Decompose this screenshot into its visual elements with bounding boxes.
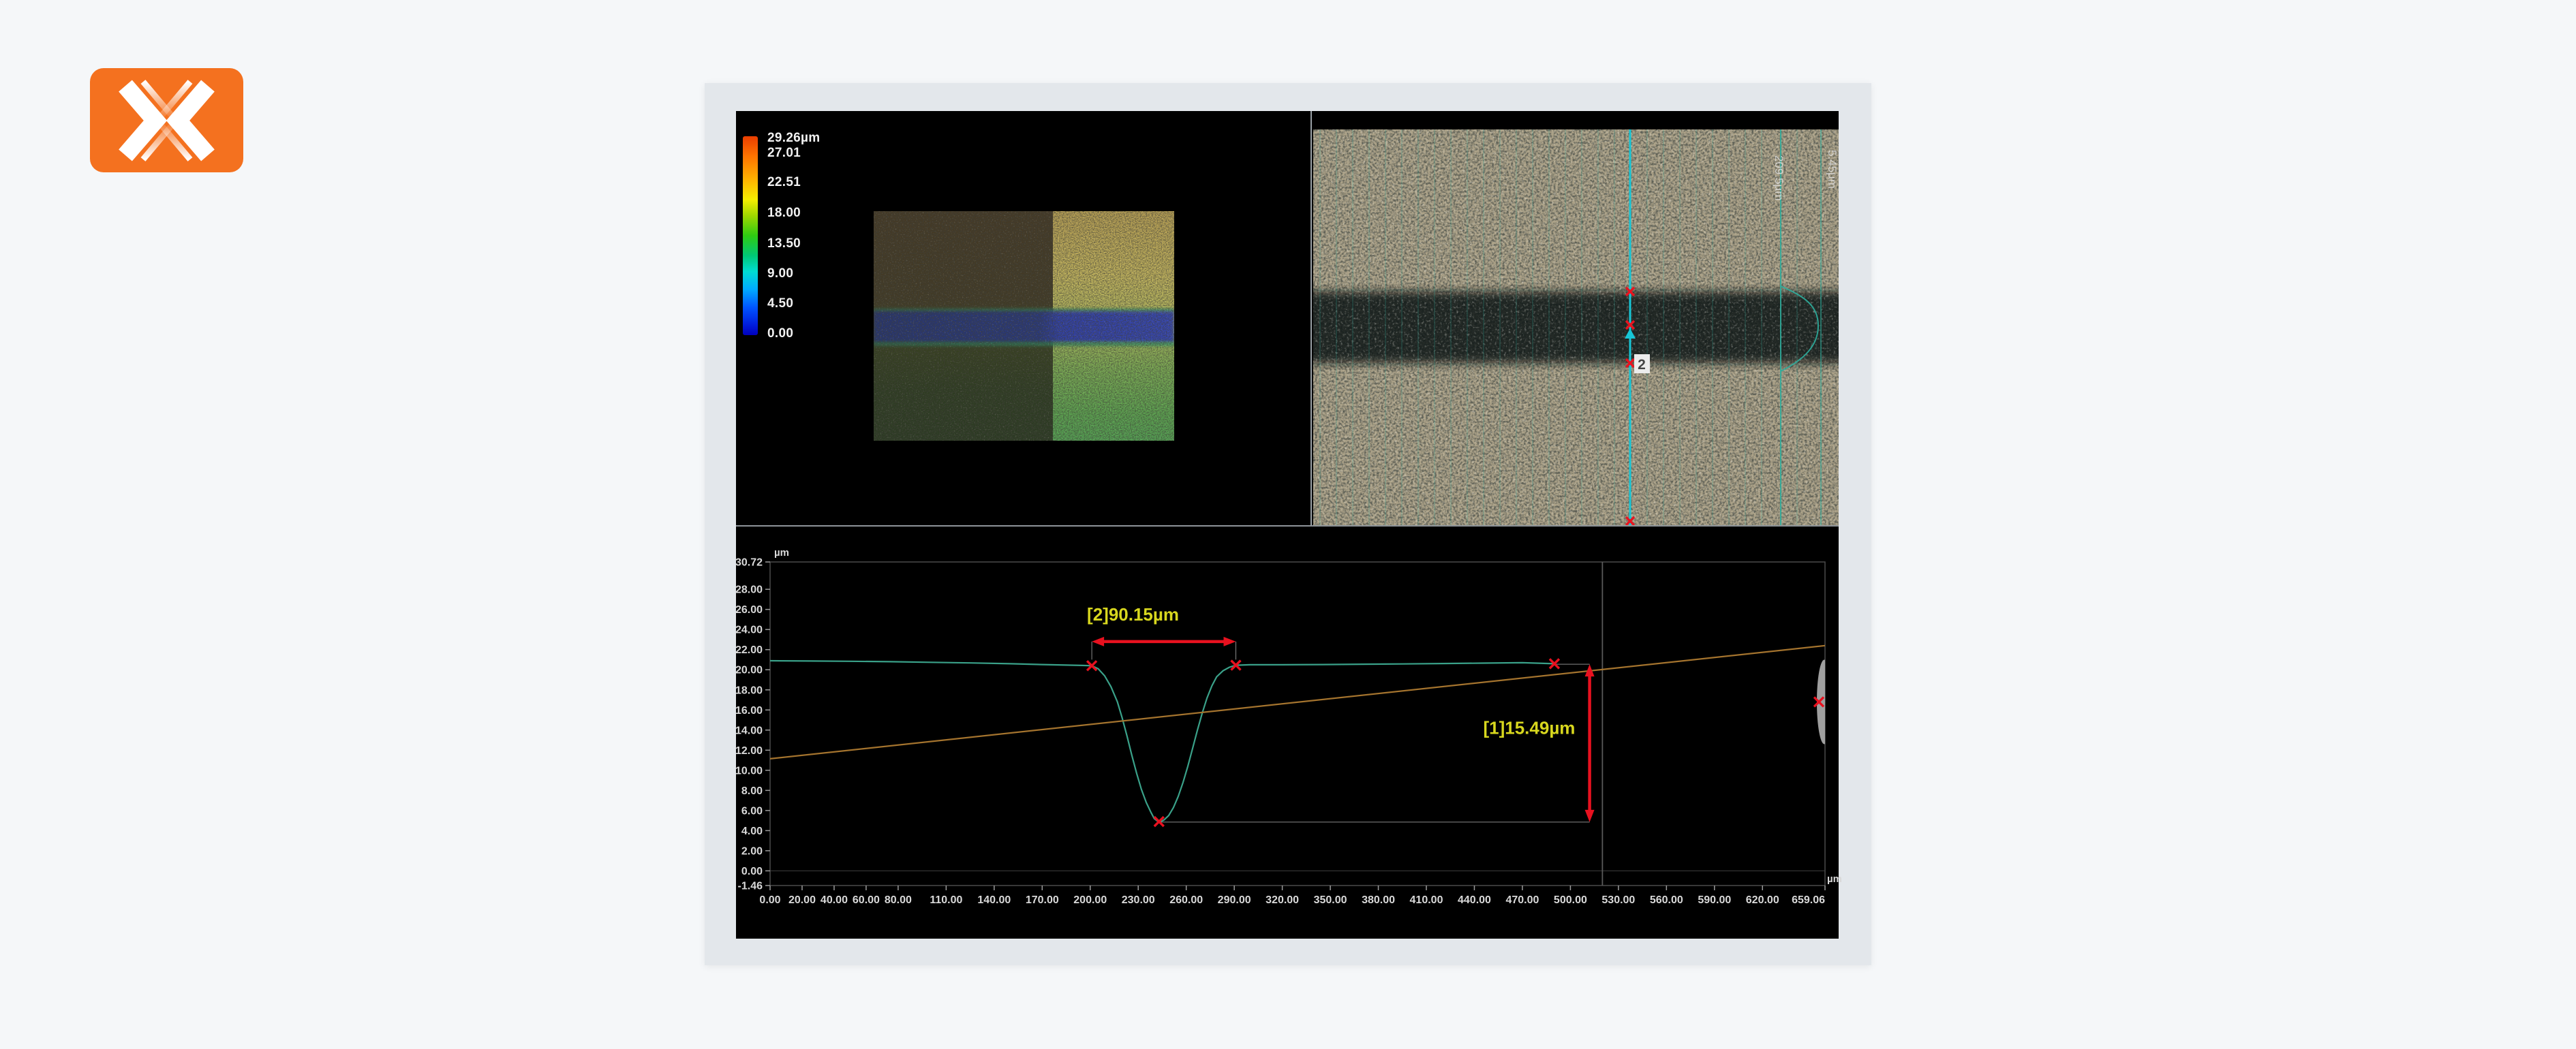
y-tick-label: -1.46: [738, 881, 763, 892]
x-tick-label: 350.00: [1314, 894, 1347, 906]
width-measurement-label: [2]90.15µm: [1087, 604, 1179, 625]
profile-point-markers[interactable]: [1087, 659, 1559, 826]
colorbar-label: 22.51: [767, 175, 801, 190]
x-tick-label: 590.00: [1698, 894, 1731, 906]
chevron-left-icon: [178, 86, 208, 155]
height-colorbar: [743, 136, 758, 335]
colorbar-label: 18.00: [767, 206, 801, 221]
y-axis: 30.72 28.00 26.00 24.00 22.00 20.00 18.00 16.00…: [735, 547, 789, 892]
colorbar-label: 4.50: [767, 296, 793, 311]
x-tick-label: 0.00: [759, 894, 780, 906]
plot-border: [770, 562, 1825, 886]
micrograph-image[interactable]: 209.5µm 5.45µm 2: [1313, 129, 1839, 525]
colorbar-label: 27.01: [767, 146, 801, 161]
y-tick-label: 26.00: [735, 604, 763, 616]
brand-logo-mark: [90, 68, 243, 172]
cursor-index-label: 2: [1638, 357, 1646, 373]
measurement-annotations: [2]90.15µm [1]15.49µm: [1087, 604, 1595, 822]
y-tick-label: 30.72: [735, 557, 763, 569]
y-tick-label: 22.00: [735, 644, 763, 656]
micrograph-light-grain: [1313, 129, 1839, 525]
x-tick-label: 500.00: [1554, 894, 1587, 906]
y-tick-label: 16.00: [735, 705, 763, 717]
x-tick-label: 380.00: [1362, 894, 1395, 906]
height-map-image[interactable]: [874, 211, 1174, 441]
y-tick-label: 20.00: [735, 665, 763, 676]
x-tick-label: 470.00: [1505, 894, 1539, 906]
chart-scrollbar[interactable]: [1814, 659, 1832, 744]
y-tick-label: 2.00: [741, 845, 763, 857]
analysis-container: 29.26µm 27.01 22.51 18.00 13.50 9.00 4.5…: [705, 83, 1871, 965]
measurement-panel: 29.26µm 27.01 22.51 18.00 13.50 9.00 4.5…: [736, 111, 1839, 939]
x-tick-label: 170.00: [1026, 894, 1059, 906]
x-tick-label: 320.00: [1266, 894, 1299, 906]
x-axis-unit: µm: [1827, 873, 1842, 885]
depth-measurement-label: [1]15.49µm: [1483, 718, 1575, 738]
x-tick-label: 260.00: [1169, 894, 1203, 906]
edge-scan-line-label: 5.45µm: [1826, 150, 1839, 189]
y-tick-label: 10.00: [735, 765, 763, 777]
x-tick-label: 80.00: [885, 894, 912, 906]
colorbar-label: 9.00: [767, 266, 793, 281]
x-tick-label: 40.00: [821, 894, 848, 906]
y-tick-label: 28.00: [735, 584, 763, 596]
y-tick-label: 6.00: [741, 805, 763, 817]
profile-chart-view: 30.72 28.00 26.00 24.00 22.00 20.00 18.00 16.00…: [736, 527, 1839, 939]
colorbar-label-min: 0.00: [767, 326, 793, 341]
y-tick-label: 12.00: [735, 745, 763, 757]
chevron-right-icon: [125, 86, 155, 155]
x-axis: 0.00 20.00 40.00 60.00 80.00 110.00 140.00 170.…: [759, 873, 1842, 906]
x-tick-label: 110.00: [930, 894, 962, 906]
y-axis-unit: µm: [774, 547, 789, 559]
profile-scan-line-label: 209.5µm: [1773, 155, 1785, 201]
x-tick-label: 60.00: [853, 894, 880, 906]
height-map-grain-texture: [874, 211, 1174, 441]
x-tick-label: 230.00: [1122, 894, 1155, 906]
x-tick-label: 530.00: [1601, 894, 1635, 906]
x-tick-label: 659.06: [1792, 894, 1825, 906]
y-tick-label: 4.00: [741, 826, 763, 837]
x-tick-label: 140.00: [977, 894, 1011, 906]
brand-logo[interactable]: [90, 68, 243, 172]
x-tick-label: 20.00: [788, 894, 816, 906]
y-tick-label: 0.00: [741, 866, 763, 877]
view-divider-vertical: [1310, 111, 1312, 526]
x-tick-label: 620.00: [1746, 894, 1779, 906]
y-tick-label: 8.00: [741, 785, 763, 797]
y-tick-label: 14.00: [735, 725, 763, 736]
x-tick-label: 290.00: [1218, 894, 1251, 906]
colorbar-label: 13.50: [767, 236, 801, 251]
colorbar-label-max: 29.26µm: [767, 131, 821, 146]
x-tick-label: 440.00: [1458, 894, 1491, 906]
surface-profile-series: [770, 661, 1554, 821]
x-tick-label: 410.00: [1410, 894, 1443, 906]
y-tick-label: 18.00: [735, 685, 763, 696]
x-tick-label: 560.00: [1650, 894, 1683, 906]
measure-point-marker[interactable]: [1154, 817, 1164, 826]
y-tick-label: 24.00: [735, 625, 763, 636]
profile-chart[interactable]: 30.72 28.00 26.00 24.00 22.00 20.00 18.00 16.00…: [736, 527, 1839, 939]
x-tick-label: 200.00: [1073, 894, 1107, 906]
